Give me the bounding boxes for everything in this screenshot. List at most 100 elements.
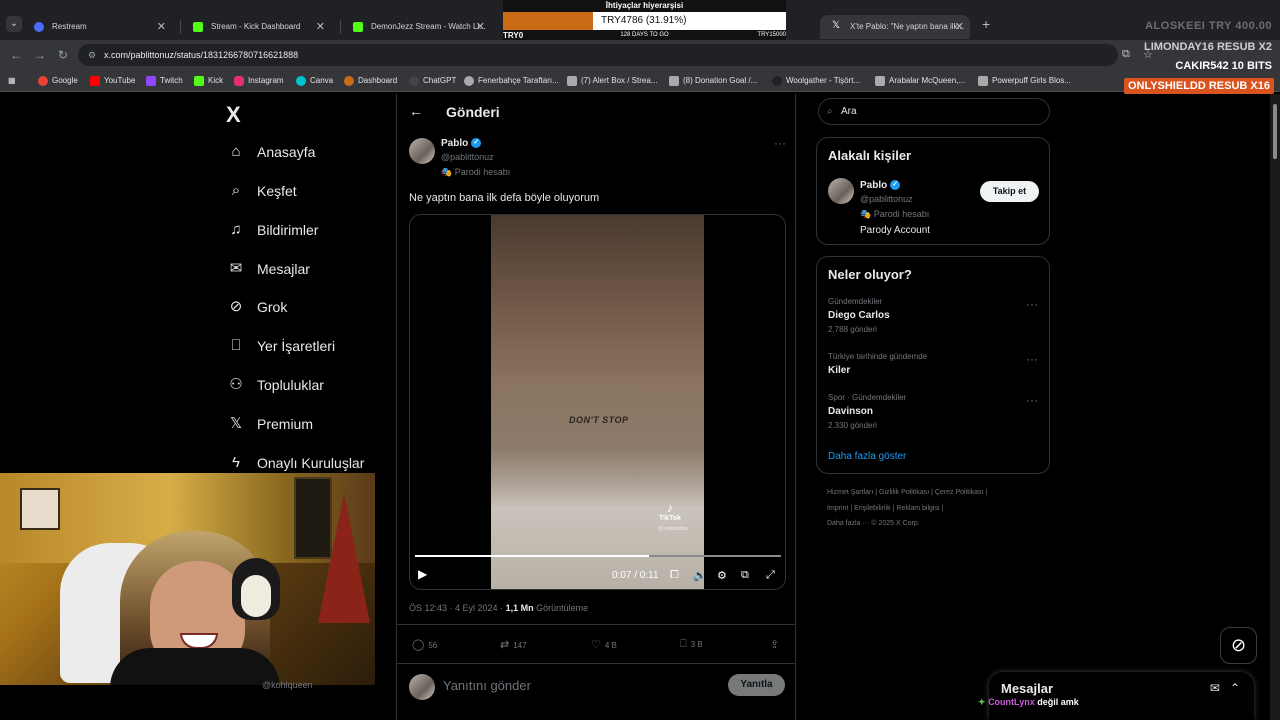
tab-search-button[interactable]: ⌄ bbox=[6, 16, 22, 32]
reply-button[interactable]: ◯ 56 bbox=[412, 638, 437, 651]
site-info-icon[interactable]: ⚙ bbox=[88, 44, 96, 66]
repost-count: 147 bbox=[513, 641, 527, 650]
messages-drawer[interactable]: Mesajlar ✉ ⌃ bbox=[989, 672, 1254, 720]
related-handle[interactable]: @pablittonuz bbox=[860, 194, 913, 204]
bookmark-twitch[interactable]: Twitch bbox=[146, 74, 183, 88]
author-handle[interactable]: @pablittonuz bbox=[441, 152, 494, 162]
pip-icon[interactable]: ⧉ bbox=[741, 569, 749, 582]
youtube-icon bbox=[90, 76, 100, 86]
close-icon[interactable]: ✕ bbox=[157, 15, 166, 39]
donation-goal-widget: İhtiyaçlar hiyerarşisi TRY4786 (31.91%) … bbox=[503, 0, 786, 40]
instagram-icon bbox=[234, 76, 244, 86]
bookmark-youtube[interactable]: YouTube bbox=[90, 74, 135, 88]
close-icon[interactable]: ✕ bbox=[316, 15, 325, 39]
nav-grok[interactable]: ⊘ Grok bbox=[226, 294, 396, 320]
nav-communities[interactable]: ⚇ Topluluklar bbox=[226, 372, 396, 398]
captions-icon[interactable]: ⧠ bbox=[670, 569, 679, 582]
bookmark-canva[interactable]: Canva bbox=[296, 74, 333, 88]
video-player[interactable]: DON'T STOP ♪ TikTok @ onkotattoo ▶ 0:07 /… bbox=[409, 214, 786, 590]
wall-photo bbox=[20, 488, 60, 530]
twitch-icon bbox=[146, 76, 156, 86]
tiktok-watermark: ♪ TikTok bbox=[659, 500, 681, 522]
more-icon[interactable]: ··· bbox=[1026, 352, 1038, 366]
grok-icon: ⊘ bbox=[1230, 635, 1247, 655]
volume-icon[interactable]: 🔈 bbox=[693, 569, 707, 582]
bookmark-dashboard[interactable]: Dashboard bbox=[344, 74, 397, 88]
reload-icon[interactable]: ↻ bbox=[58, 48, 68, 62]
new-message-icon[interactable]: ✉ bbox=[1210, 681, 1220, 695]
related-avatar[interactable] bbox=[828, 178, 854, 204]
nav-premium[interactable]: 𝕏 Premium bbox=[226, 411, 396, 437]
bookmark-button[interactable]: ⎕ 3 B bbox=[680, 638, 703, 651]
new-tab-button[interactable]: + bbox=[982, 16, 990, 32]
bookmark-label: Fenerbahçe Taraftarı... bbox=[478, 76, 559, 85]
bookmark-chatgpt[interactable]: ChatGPT bbox=[409, 74, 456, 88]
own-avatar[interactable] bbox=[409, 674, 435, 700]
bookmark-arabalar[interactable]: Arabalar McQueen,... bbox=[875, 74, 965, 88]
bookmark-google[interactable]: Google bbox=[38, 74, 78, 88]
reply-input[interactable]: Yanıtını gönder bbox=[443, 678, 531, 693]
video-progress-bar[interactable] bbox=[415, 555, 781, 557]
tab-kick-dashboard[interactable]: Stream - Kick Dashboard ✕ bbox=[181, 15, 331, 39]
footer-links[interactable]: Daha fazla ··· © 2025 X Corp. bbox=[827, 520, 920, 527]
tab-x-post[interactable]: 𝕏 X'te Pablo: "Ne yaptın bana ilk... ✕ bbox=[820, 15, 970, 39]
nav-label: Anasayfa bbox=[257, 144, 316, 160]
goal-progress-bar: TRY4786 (31.91%) bbox=[503, 12, 786, 30]
globe-icon bbox=[978, 76, 988, 86]
post-timestamp[interactable]: ÖS 12:43 · 4 Eyl 2024 · bbox=[409, 603, 503, 613]
search-input[interactable]: ⌕ Ara bbox=[818, 98, 1050, 125]
bookmark-donation-goal[interactable]: (8) Donation Goal /... bbox=[669, 74, 757, 88]
page-title: Gönderi bbox=[446, 104, 500, 120]
close-icon[interactable]: ✕ bbox=[476, 15, 485, 39]
reply-submit-button[interactable]: Yanıtla bbox=[728, 674, 785, 696]
messages-actions: ✉ ⌃ bbox=[1210, 681, 1240, 695]
nav-bookmarks[interactable]: ⎕ Yer İşaretleri bbox=[226, 333, 396, 359]
resub-banner: ONLYSHIELDD RESUB X16 bbox=[1124, 78, 1274, 94]
show-more-link[interactable]: Daha fazla göster bbox=[828, 451, 906, 462]
fullscreen-icon[interactable]: ⤢ bbox=[766, 569, 775, 582]
grok-floating-button[interactable]: ⊘ bbox=[1220, 627, 1257, 664]
tab-kick-stream[interactable]: DemonJezz Stream - Watch Li... ✕ bbox=[341, 15, 491, 39]
nav-label: Mesajlar bbox=[257, 261, 310, 277]
play-icon[interactable]: ▶ bbox=[418, 567, 427, 581]
back-icon[interactable]: ← bbox=[10, 48, 22, 62]
close-icon[interactable]: ✕ bbox=[955, 15, 964, 39]
page-scrollbar[interactable] bbox=[1270, 94, 1280, 720]
follow-button[interactable]: Takip et bbox=[980, 181, 1039, 202]
related-name[interactable]: Pablo ✓ bbox=[860, 180, 901, 191]
install-icon[interactable]: ⧉ bbox=[1122, 48, 1130, 61]
bookmark-instagram[interactable]: Instagram bbox=[234, 74, 284, 88]
bookmark-kick[interactable]: Kick bbox=[194, 74, 223, 88]
forward-icon[interactable]: → bbox=[34, 48, 46, 62]
nav-notifications[interactable]: ♫ Bildirimler bbox=[226, 217, 396, 243]
bookmark-woolgather[interactable]: Woolgather - Tişört... bbox=[772, 74, 860, 88]
goal-progress-label: TRY4786 (31.91%) bbox=[601, 15, 687, 26]
x-logo[interactable]: X bbox=[226, 102, 241, 128]
bookmark-alert-box[interactable]: (7) Alert Box / Strea... bbox=[567, 74, 657, 88]
bookmark-powerpuff[interactable]: Powerpuff Girls Blos... bbox=[978, 74, 1071, 88]
bookmark-label: Google bbox=[52, 76, 78, 85]
nav-explore[interactable]: ⌕ Keşfet bbox=[226, 178, 396, 204]
scroll-thumb[interactable] bbox=[1273, 104, 1277, 159]
url-field[interactable]: ⚙ x.com/pablittonuz/status/1831266780716… bbox=[78, 44, 1118, 66]
like-button[interactable]: ♡ 4 B bbox=[591, 638, 617, 651]
more-icon[interactable]: ··· bbox=[774, 136, 786, 150]
back-arrow-icon[interactable]: ← bbox=[409, 103, 423, 119]
settings-icon[interactable]: ⚙ bbox=[717, 569, 727, 582]
author-avatar[interactable] bbox=[409, 138, 435, 164]
tab-title: Restream bbox=[52, 22, 87, 31]
more-icon[interactable]: ··· bbox=[1026, 393, 1038, 407]
footer-links[interactable]: Hizmet Şartları | Gizlilik Politikası | … bbox=[827, 489, 987, 496]
author-name[interactable]: Pablo ✓ bbox=[441, 138, 482, 149]
footer-links[interactable]: Imprint | Erişilebilirlik | Reklam bilgi… bbox=[827, 505, 943, 512]
share-button[interactable]: ⇪ bbox=[770, 638, 783, 651]
nav-messages[interactable]: ✉ Mesajlar bbox=[226, 256, 396, 282]
apps-icon[interactable]: ▦ bbox=[8, 74, 16, 88]
repost-button[interactable]: ⇄ 147 bbox=[500, 638, 527, 651]
bookmark-fenerbahce[interactable]: Fenerbahçe Taraftarı... bbox=[464, 74, 559, 88]
nav-home[interactable]: ⌂ Anasayfa bbox=[226, 139, 396, 165]
tab-restream[interactable]: Restream ✕ bbox=[22, 15, 172, 39]
kick-icon bbox=[353, 22, 363, 32]
chevron-up-icon[interactable]: ⌃ bbox=[1230, 681, 1240, 695]
more-icon[interactable]: ··· bbox=[1026, 297, 1038, 311]
